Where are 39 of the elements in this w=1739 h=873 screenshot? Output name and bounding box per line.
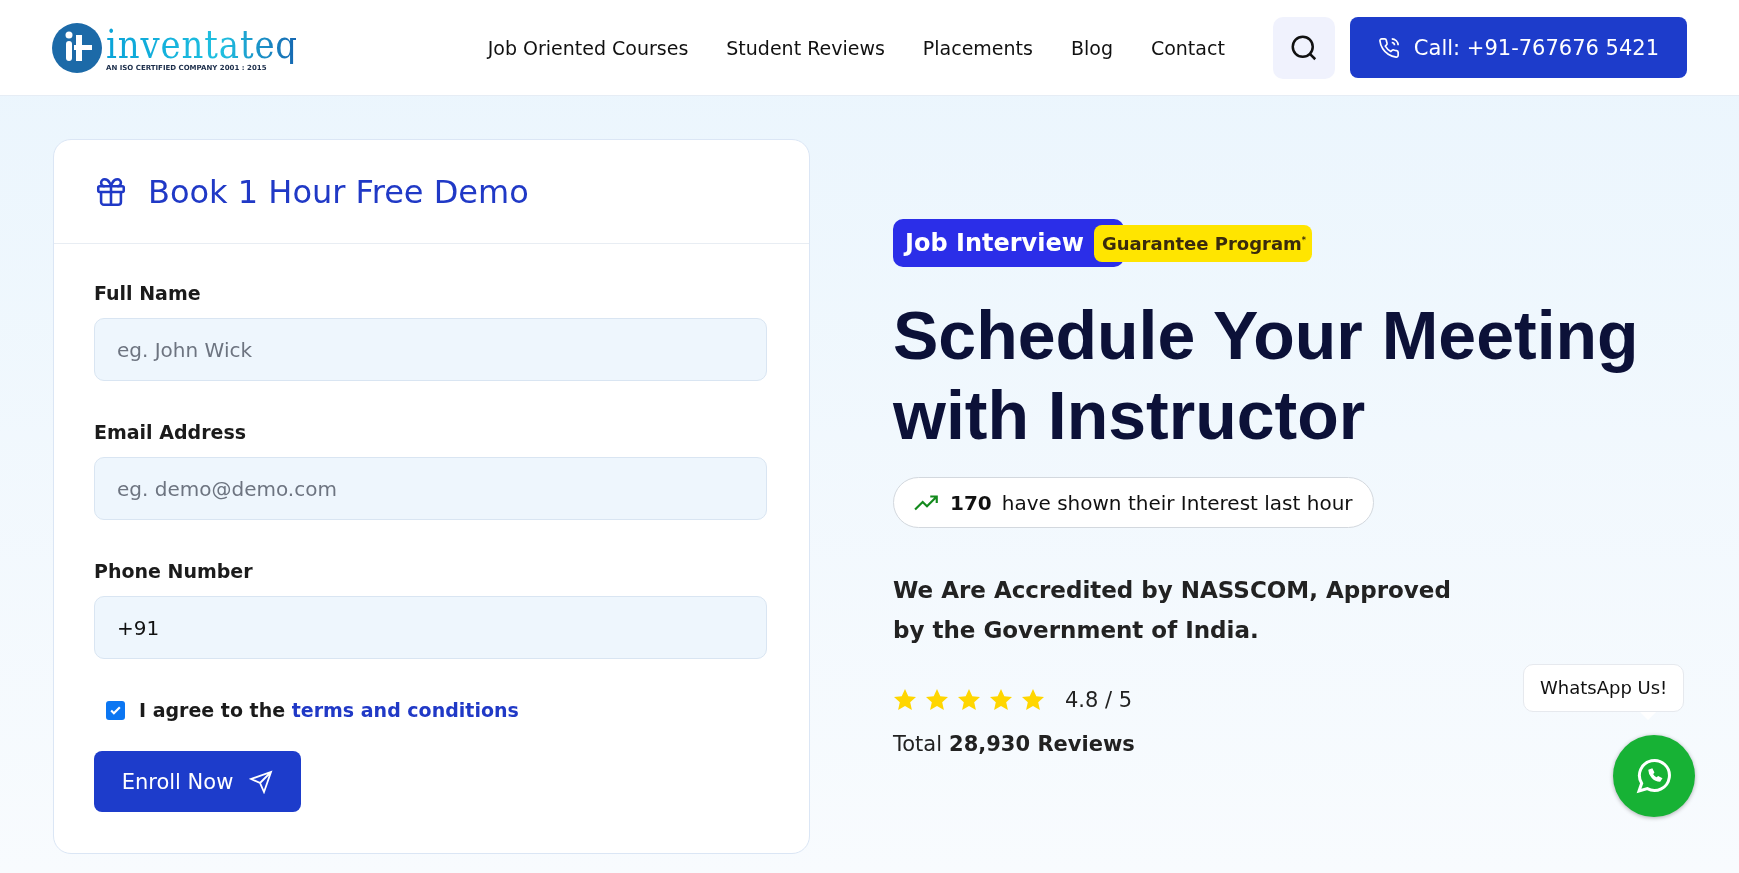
terms-link[interactable]: terms and conditions: [291, 699, 519, 721]
interest-text: have shown their Interest last hour: [1001, 490, 1353, 515]
nav-link[interactable]: Job Oriented Courses: [487, 36, 689, 59]
field-label: Email Address: [94, 421, 248, 443]
star-icon: [989, 688, 1013, 712]
review-count: 28,930 Reviews: [949, 732, 1135, 756]
logo-icon: [52, 22, 102, 73]
search-button[interactable]: [1272, 16, 1335, 79]
total-label: Total: [893, 732, 943, 756]
whatsapp-button[interactable]: [1613, 735, 1695, 817]
send-icon: [249, 769, 274, 794]
trending-up-icon: [914, 493, 940, 512]
whatsapp-icon: [1634, 756, 1674, 796]
enroll-button[interactable]: Enroll Now: [94, 751, 301, 812]
input-field[interactable]: eg. John Wick: [94, 318, 767, 381]
hero-heading: Schedule Your Meeting with Instructor: [893, 296, 1640, 455]
checkbox[interactable]: [106, 700, 125, 720]
phone-icon: [1377, 36, 1400, 59]
tooltip-tail: [1640, 712, 1657, 720]
star-icon: [957, 688, 981, 712]
input-field[interactable]: +91: [94, 596, 767, 659]
star-icon: [893, 688, 917, 712]
call-button[interactable]: Call: +91-767676 5421: [1349, 17, 1687, 78]
agree-text: I agree to the terms and conditions: [139, 699, 519, 721]
field-label: Full Name: [94, 282, 202, 304]
star-icon: [1021, 688, 1045, 712]
nav-link[interactable]: Contact: [1150, 36, 1225, 59]
rating-score: 4.8 / 5: [1065, 688, 1133, 712]
star-icon: [925, 688, 949, 712]
input-field[interactable]: eg. demo@demo.com: [94, 457, 767, 520]
badge-highlight: Guarantee Program$^{*}$: [1093, 224, 1313, 262]
nav-link[interactable]: Placements: [922, 36, 1033, 59]
nav-link[interactable]: Student Reviews: [726, 36, 885, 59]
nav-link[interactable]: Blog: [1070, 36, 1113, 59]
interest-count: 170: [950, 490, 992, 515]
field-label: Phone Number: [94, 560, 254, 582]
form-title: Book 1 Hour Free Demo: [148, 172, 529, 211]
accreditation-text: We Are Accredited by NASSCOM, Approved by the Government of India.: [893, 576, 1452, 645]
whatsapp-tooltip: WhatsApp Us!: [1523, 664, 1685, 712]
